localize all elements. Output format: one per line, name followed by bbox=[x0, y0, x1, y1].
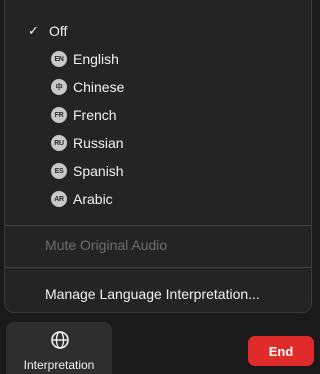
manage-interpretation-label: Manage Language Interpretation... bbox=[45, 286, 260, 302]
menu-item-manage-interpretation[interactable]: Manage Language Interpretation... bbox=[5, 280, 311, 308]
menu-item-arabic[interactable]: AR Arabic bbox=[5, 185, 311, 213]
mute-original-audio-label: Mute Original Audio bbox=[45, 237, 168, 253]
spanish-badge-icon: ES bbox=[51, 163, 67, 179]
chinese-badge-icon: 中 bbox=[51, 79, 67, 95]
checkmark-icon: ✓ bbox=[28, 23, 39, 38]
menu-item-english-label: English bbox=[73, 51, 119, 67]
menu-item-off[interactable]: ✓ Off bbox=[5, 17, 311, 45]
menu-item-chinese-label: Chinese bbox=[73, 79, 125, 95]
globe-icon bbox=[51, 331, 69, 349]
russian-badge-icon: RU bbox=[51, 135, 67, 151]
menu-item-off-label: Off bbox=[49, 23, 68, 39]
english-badge-icon: EN bbox=[51, 51, 67, 67]
interpretation-button[interactable]: Interpretation bbox=[6, 322, 112, 374]
menu-item-french[interactable]: FR French bbox=[5, 101, 311, 129]
interpretation-menu: ✓ Off EN English 中 Chinese FR French RU … bbox=[4, 0, 312, 313]
menu-item-russian-label: Russian bbox=[73, 135, 124, 151]
menu-item-spanish[interactable]: ES Spanish bbox=[5, 157, 311, 185]
menu-divider bbox=[5, 225, 311, 226]
interpretation-button-label: Interpretation bbox=[23, 358, 95, 372]
menu-item-spanish-label: Spanish bbox=[73, 163, 124, 179]
arabic-badge-icon: AR bbox=[51, 191, 67, 207]
menu-item-mute-original-audio: Mute Original Audio bbox=[5, 231, 311, 259]
menu-item-russian[interactable]: RU Russian bbox=[5, 129, 311, 157]
menu-item-english[interactable]: EN English bbox=[5, 45, 311, 73]
french-badge-icon: FR bbox=[51, 107, 67, 123]
end-button[interactable]: End bbox=[248, 336, 314, 366]
menu-item-french-label: French bbox=[73, 107, 117, 123]
menu-item-arabic-label: Arabic bbox=[73, 191, 113, 207]
menu-divider bbox=[5, 267, 311, 268]
menu-item-chinese[interactable]: 中 Chinese bbox=[5, 73, 311, 101]
